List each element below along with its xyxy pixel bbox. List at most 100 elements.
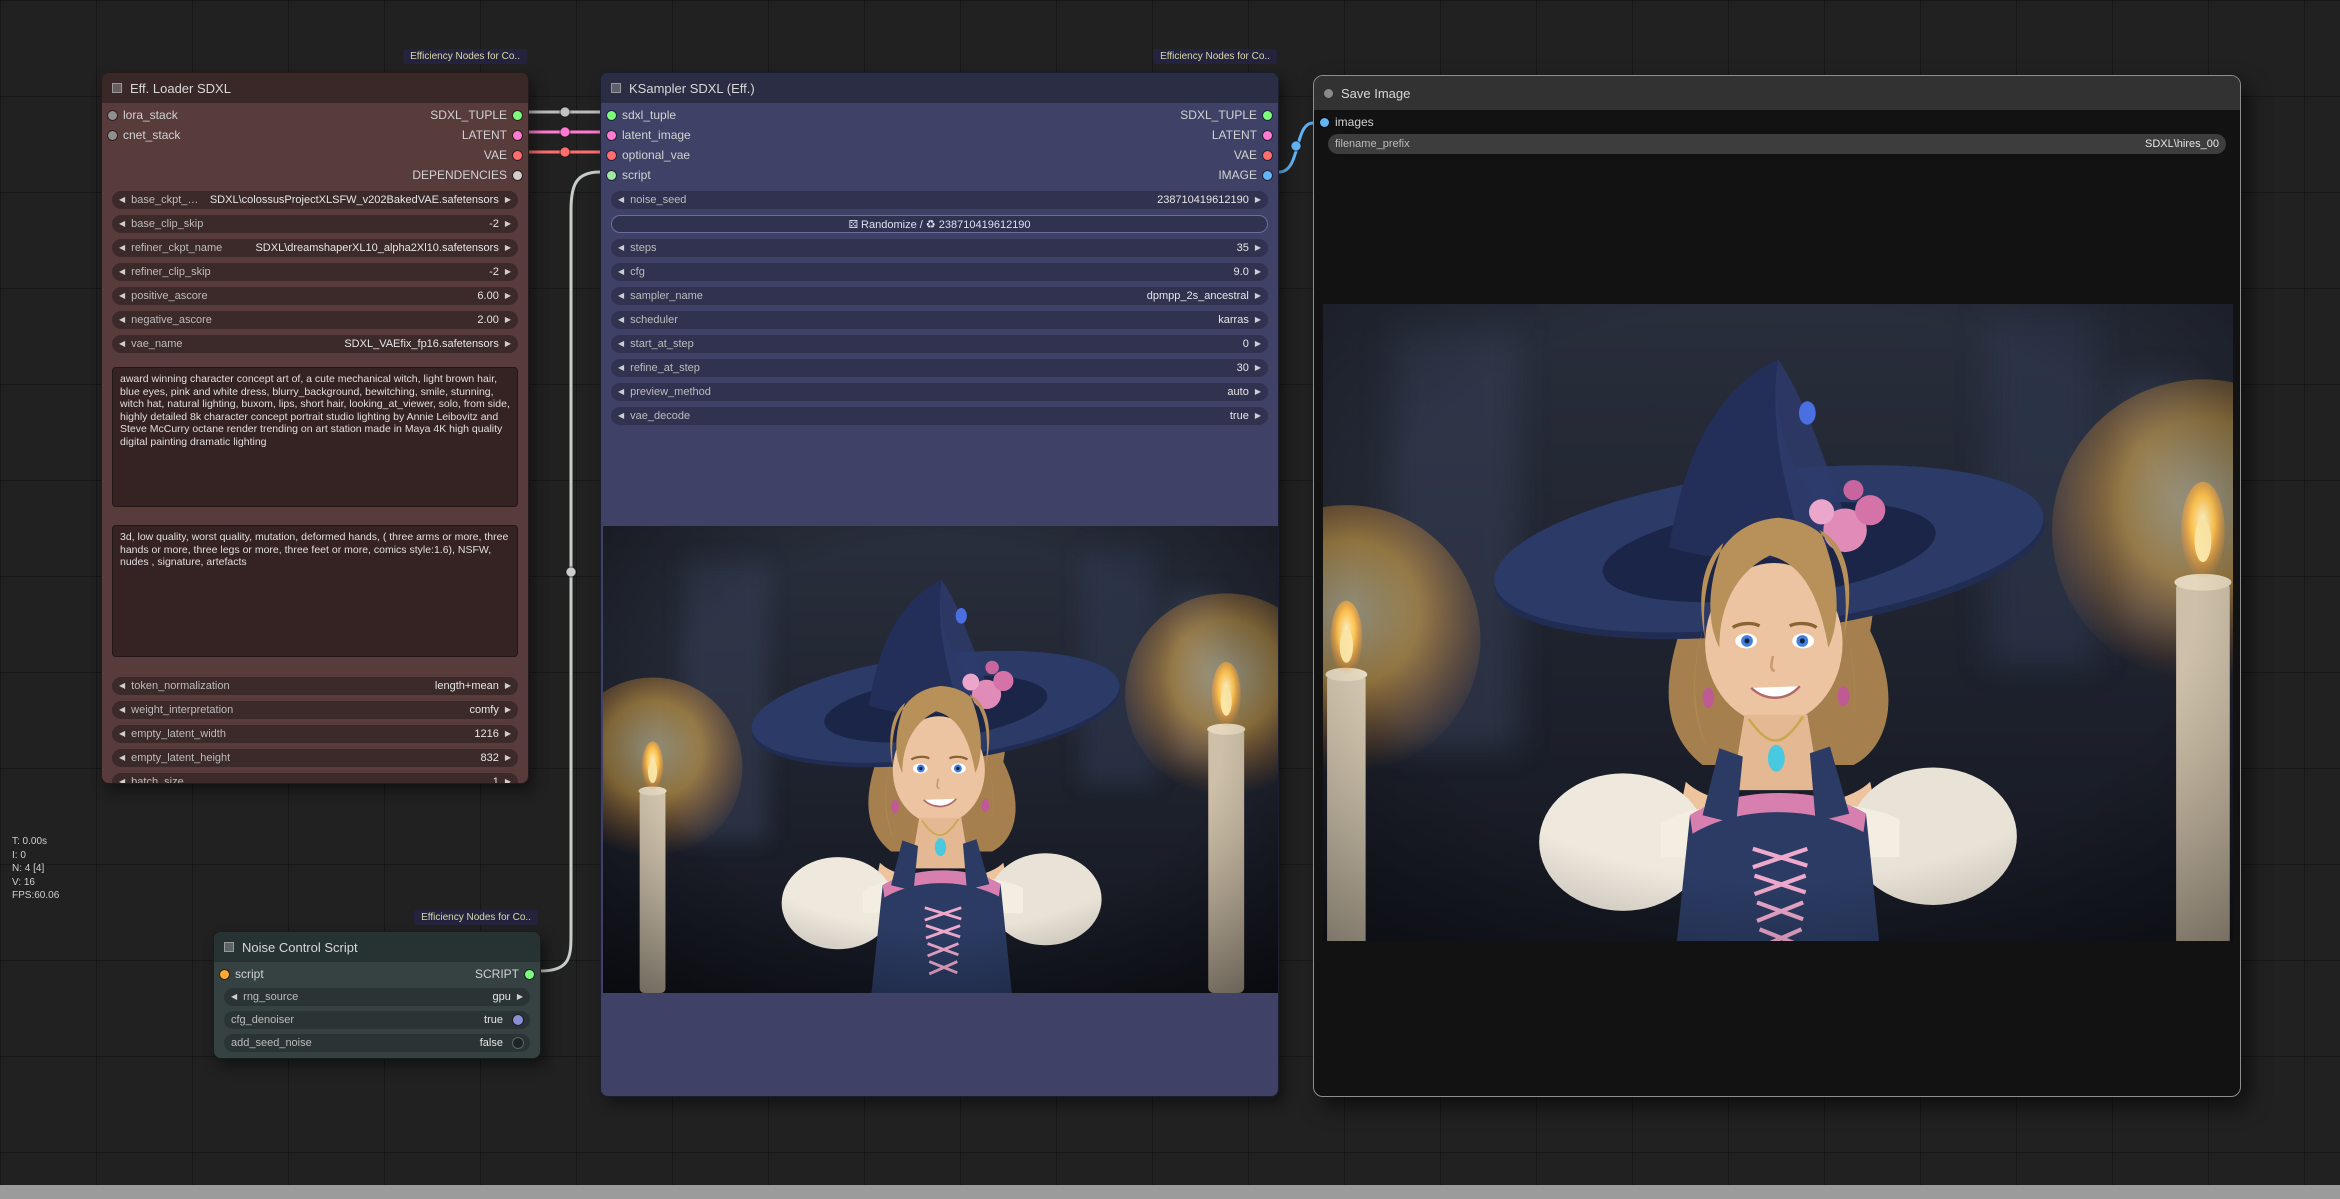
- increment-arrow-icon[interactable]: ▶: [505, 706, 511, 714]
- decrement-arrow-icon[interactable]: ◀: [119, 292, 125, 300]
- node-titlebar[interactable]: Eff. Loader SDXL: [102, 73, 528, 103]
- widget-preview-method[interactable]: ◀ preview_method auto ▶: [611, 383, 1268, 401]
- output-slot-vae[interactable]: VAE: [484, 148, 522, 162]
- node-ksampler-sdxl-eff[interactable]: KSampler SDXL (Eff.) sdxl_tuple SDXL_TUP…: [600, 72, 1279, 1097]
- decrement-arrow-icon[interactable]: ◀: [119, 220, 125, 228]
- increment-arrow-icon[interactable]: ▶: [1255, 196, 1261, 204]
- decrement-arrow-icon[interactable]: ◀: [119, 778, 125, 784]
- node-titlebar[interactable]: Noise Control Script: [214, 932, 540, 962]
- decrement-arrow-icon[interactable]: ◀: [618, 268, 624, 276]
- horizontal-scrollbar[interactable]: [0, 1185, 2340, 1199]
- increment-arrow-icon[interactable]: ▶: [1255, 412, 1261, 420]
- slot-dot-icon[interactable]: [607, 171, 616, 180]
- slot-dot-icon[interactable]: [1263, 111, 1272, 120]
- link-midpoint-dot[interactable]: [560, 147, 570, 157]
- input-slot-optional-vae[interactable]: optional_vae: [607, 148, 690, 162]
- slot-dot-icon[interactable]: [108, 131, 117, 140]
- increment-arrow-icon[interactable]: ▶: [1255, 292, 1261, 300]
- positive-prompt-textarea[interactable]: award winning character concept art of, …: [112, 367, 518, 507]
- increment-arrow-icon[interactable]: ▶: [505, 196, 511, 204]
- slot-dot-icon[interactable]: [607, 151, 616, 160]
- input-slot-sdxl-tuple[interactable]: sdxl_tuple: [607, 108, 676, 122]
- increment-arrow-icon[interactable]: ▶: [1255, 364, 1261, 372]
- decrement-arrow-icon[interactable]: ◀: [618, 364, 624, 372]
- widget-cfg[interactable]: ◀ cfg 9.0 ▶: [611, 263, 1268, 281]
- increment-arrow-icon[interactable]: ▶: [1255, 244, 1261, 252]
- widget-base-clip-skip[interactable]: ◀ base_clip_skip -2 ▶: [112, 215, 518, 233]
- widget-token-normalization[interactable]: ◀ token_normalization length+mean ▶: [112, 677, 518, 695]
- increment-arrow-icon[interactable]: ▶: [505, 268, 511, 276]
- node-eff-loader-sdxl[interactable]: Eff. Loader SDXL lora_stack SDXL_TUPLE c…: [101, 72, 529, 784]
- increment-arrow-icon[interactable]: ▶: [505, 682, 511, 690]
- collapse-box-icon[interactable]: [611, 83, 621, 93]
- node-save-image[interactable]: Save Image images filename_prefix SDXL\h…: [1313, 75, 2241, 1097]
- widget-rng-source[interactable]: ◀ rng_source gpu ▶: [224, 988, 530, 1006]
- widget-vae-decode[interactable]: ◀ vae_decode true ▶: [611, 407, 1268, 425]
- decrement-arrow-icon[interactable]: ◀: [618, 388, 624, 396]
- widget-empty-latent-height[interactable]: ◀ empty_latent_height 832 ▶: [112, 749, 518, 767]
- increment-arrow-icon[interactable]: ▶: [505, 340, 511, 348]
- widget-refine-at-step[interactable]: ◀ refine_at_step 30 ▶: [611, 359, 1268, 377]
- collapse-box-icon[interactable]: [112, 83, 122, 93]
- slot-dot-icon[interactable]: [525, 970, 534, 979]
- increment-arrow-icon[interactable]: ▶: [505, 730, 511, 738]
- randomize-seed-button[interactable]: ⚄ Randomize / ♻ 238710419612190: [611, 215, 1268, 233]
- node-titlebar[interactable]: Save Image: [1314, 76, 2240, 110]
- slot-dot-icon[interactable]: [1320, 118, 1329, 127]
- slot-dot-icon[interactable]: [220, 970, 229, 979]
- decrement-arrow-icon[interactable]: ◀: [231, 993, 237, 1001]
- decrement-arrow-icon[interactable]: ◀: [618, 316, 624, 324]
- widget-weight-interpretation[interactable]: ◀ weight_interpretation comfy ▶: [112, 701, 518, 719]
- slot-dot-icon[interactable]: [513, 111, 522, 120]
- widget-base-ckpt-name[interactable]: ◀ base_ckpt_name SDXL\colossusProjectXLS…: [112, 191, 518, 209]
- widget-batch-size[interactable]: ◀ batch_size 1 ▶: [112, 773, 518, 784]
- decrement-arrow-icon[interactable]: ◀: [119, 340, 125, 348]
- toggle-knob-icon[interactable]: [513, 1015, 523, 1025]
- collapse-box-icon[interactable]: [224, 942, 234, 952]
- decrement-arrow-icon[interactable]: ◀: [618, 412, 624, 420]
- decrement-arrow-icon[interactable]: ◀: [618, 292, 624, 300]
- decrement-arrow-icon[interactable]: ◀: [618, 244, 624, 252]
- input-slot-lora-stack[interactable]: lora_stack: [108, 108, 178, 122]
- increment-arrow-icon[interactable]: ▶: [505, 778, 511, 784]
- widget-scheduler[interactable]: ◀ scheduler karras ▶: [611, 311, 1268, 329]
- input-slot-script[interactable]: script: [607, 168, 651, 182]
- link-midpoint-dot[interactable]: [1291, 141, 1301, 151]
- increment-arrow-icon[interactable]: ▶: [1255, 340, 1261, 348]
- decrement-arrow-icon[interactable]: ◀: [119, 730, 125, 738]
- input-slot-latent-image[interactable]: latent_image: [607, 128, 691, 142]
- output-slot-script[interactable]: SCRIPT: [475, 967, 534, 981]
- output-slot-sdxl-tuple[interactable]: SDXL_TUPLE: [1180, 108, 1272, 122]
- slot-dot-icon[interactable]: [1263, 151, 1272, 160]
- increment-arrow-icon[interactable]: ▶: [505, 292, 511, 300]
- widget-start-at-step[interactable]: ◀ start_at_step 0 ▶: [611, 335, 1268, 353]
- decrement-arrow-icon[interactable]: ◀: [119, 244, 125, 252]
- link-midpoint-dot[interactable]: [560, 107, 570, 117]
- increment-arrow-icon[interactable]: ▶: [505, 244, 511, 252]
- node-graph-canvas[interactable]: Efficiency Nodes for Co.. Efficiency Nod…: [0, 0, 2340, 1199]
- decrement-arrow-icon[interactable]: ◀: [119, 196, 125, 204]
- widget-noise-seed[interactable]: ◀ noise_seed 238710419612190 ▶: [611, 191, 1268, 209]
- increment-arrow-icon[interactable]: ▶: [505, 220, 511, 228]
- output-slot-sdxl-tuple[interactable]: SDXL_TUPLE: [430, 108, 522, 122]
- slot-dot-icon[interactable]: [513, 171, 522, 180]
- increment-arrow-icon[interactable]: ▶: [1255, 388, 1261, 396]
- slot-dot-icon[interactable]: [513, 131, 522, 140]
- input-slot-cnet-stack[interactable]: cnet_stack: [108, 128, 180, 142]
- widget-positive-ascore[interactable]: ◀ positive_ascore 6.00 ▶: [112, 287, 518, 305]
- widget-negative-ascore[interactable]: ◀ negative_ascore 2.00 ▶: [112, 311, 518, 329]
- decrement-arrow-icon[interactable]: ◀: [618, 340, 624, 348]
- input-slot-script[interactable]: script: [220, 967, 264, 981]
- decrement-arrow-icon[interactable]: ◀: [119, 682, 125, 690]
- increment-arrow-icon[interactable]: ▶: [505, 754, 511, 762]
- negative-prompt-textarea[interactable]: 3d, low quality, worst quality, mutation…: [112, 525, 518, 657]
- output-slot-latent[interactable]: LATENT: [462, 128, 522, 142]
- widget-refiner-clip-skip[interactable]: ◀ refiner_clip_skip -2 ▶: [112, 263, 518, 281]
- slot-dot-icon[interactable]: [607, 131, 616, 140]
- slot-dot-icon[interactable]: [513, 151, 522, 160]
- increment-arrow-icon[interactable]: ▶: [1255, 268, 1261, 276]
- slot-dot-icon[interactable]: [1263, 171, 1272, 180]
- decrement-arrow-icon[interactable]: ◀: [119, 706, 125, 714]
- output-slot-latent[interactable]: LATENT: [1212, 128, 1272, 142]
- increment-arrow-icon[interactable]: ▶: [517, 993, 523, 1001]
